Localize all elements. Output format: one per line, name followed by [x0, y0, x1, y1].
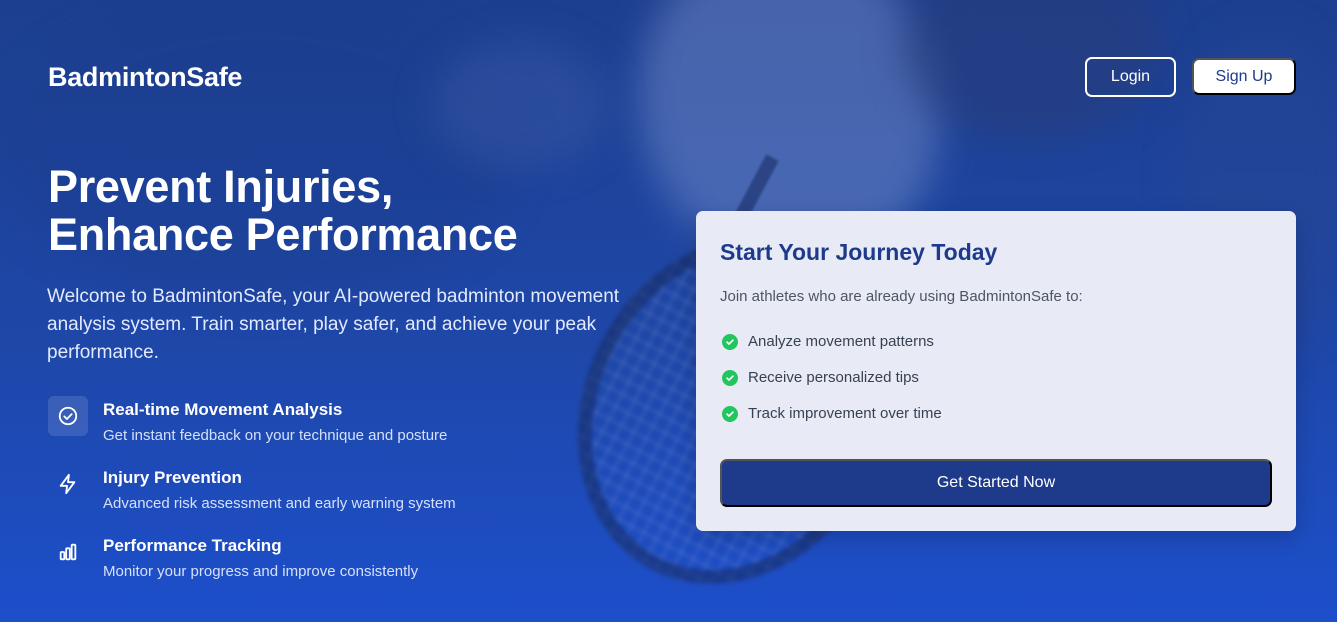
landing-page: BadmintonSafe Login Sign Up Prevent Inju…: [0, 0, 1337, 622]
signup-card: Start Your Journey Today Join athletes w…: [696, 211, 1296, 531]
brand-logo[interactable]: BadmintonSafe: [48, 62, 242, 93]
get-started-button[interactable]: Get Started Now: [720, 459, 1272, 507]
feature-title: Performance Tracking: [103, 536, 282, 555]
check-icon: [722, 334, 738, 350]
lightning-icon: [48, 464, 88, 504]
benefit-label: Receive personalized tips: [748, 369, 919, 386]
hero-title-line-2: Enhance Performance: [48, 209, 518, 260]
benefit-label: Track improvement over time: [748, 405, 942, 422]
hero-description: Welcome to BadmintonSafe, your AI-powere…: [47, 286, 620, 363]
feature-description: Get instant feedback on your technique a…: [103, 427, 448, 444]
hero-title: Prevent Injuries, Enhance Performance: [48, 163, 668, 259]
feature-description: Monitor your progress and improve consis…: [103, 563, 419, 580]
feature-description: Advanced risk assessment and early warni…: [103, 495, 456, 512]
login-button[interactable]: Login: [1085, 57, 1176, 97]
check-icon: [722, 406, 738, 422]
feature-item: Injury Prevention Advanced risk assessme…: [48, 464, 608, 532]
check-circle-icon: [48, 396, 88, 436]
check-icon: [722, 370, 738, 386]
signup-button[interactable]: Sign Up: [1192, 58, 1296, 95]
feature-title: Real-time Movement Analysis: [103, 400, 343, 419]
bar-chart-icon: [48, 532, 88, 572]
card-subtitle: Join athletes who are already using Badm…: [720, 288, 1083, 305]
benefit-label: Analyze movement patterns: [748, 333, 934, 350]
feature-item: Real-time Movement Analysis Get instant …: [48, 396, 608, 464]
card-title: Start Your Journey Today: [720, 239, 998, 265]
feature-list: Real-time Movement Analysis Get instant …: [48, 396, 608, 600]
hero-title-line-1: Prevent Injuries,: [48, 161, 394, 212]
feature-title: Injury Prevention: [103, 468, 242, 487]
feature-item: Performance Tracking Monitor your progre…: [48, 532, 608, 600]
